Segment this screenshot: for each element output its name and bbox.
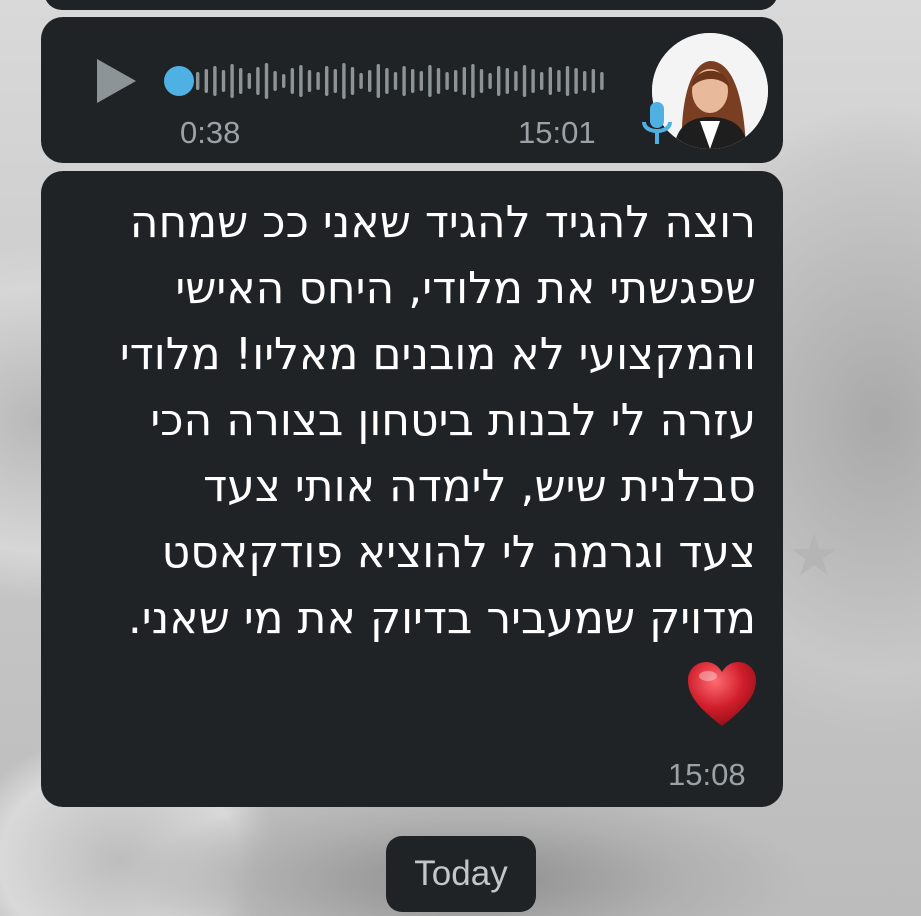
waveform-bar <box>316 72 320 90</box>
waveform-bar <box>290 68 294 94</box>
waveform-bar <box>411 69 415 93</box>
waveform-bar <box>239 68 243 94</box>
waveform-bar <box>540 72 544 90</box>
waveform-bar <box>436 68 441 94</box>
waveform-bar <box>247 73 251 89</box>
waveform-bar <box>350 67 355 95</box>
text-message-time: 15:08 <box>668 757 746 792</box>
waveform-bar <box>221 70 226 92</box>
waveform-bar <box>230 64 234 98</box>
message-text: רוצה להגיד להגיד שאני ככ שמחה שפגשתי את … <box>119 197 756 644</box>
waveform-bar <box>600 72 604 90</box>
waveform-bar <box>213 66 217 96</box>
waveform-bar <box>548 67 552 95</box>
waveform-bar <box>591 69 595 93</box>
heart-icon <box>688 662 756 726</box>
waveform-bar <box>282 74 286 88</box>
waveform-bar <box>368 70 372 92</box>
waveform-bar <box>256 67 260 95</box>
play-button[interactable] <box>92 55 140 107</box>
waveform-bar <box>462 67 466 95</box>
waveform-bar <box>488 73 492 89</box>
waveform-bar <box>522 65 527 97</box>
waveform-bar <box>471 64 475 98</box>
waveform-bar <box>299 65 303 97</box>
waveform-bar <box>419 71 423 91</box>
waveform-bar <box>557 70 561 92</box>
previous-message-bubble[interactable] <box>44 0 778 10</box>
waveform-bar <box>264 63 269 99</box>
wallpaper-star-icon: ★ <box>788 523 840 588</box>
waveform-bar <box>307 70 312 92</box>
waveform-bar <box>393 72 398 90</box>
waveform-bar <box>385 68 389 94</box>
waveform-bar <box>565 66 570 96</box>
waveform-bar <box>497 66 501 96</box>
waveform-bar <box>204 69 208 93</box>
voice-waveform[interactable] <box>166 58 606 104</box>
date-divider-label: Today <box>414 854 508 893</box>
waveform-bar <box>402 66 406 96</box>
voice-message-time: 15:01 <box>518 115 596 150</box>
mic-icon <box>642 102 672 144</box>
waveform-bar <box>196 72 200 90</box>
waveform-bar <box>428 65 432 97</box>
waveform-bar <box>583 71 587 91</box>
waveform-bar <box>359 73 363 89</box>
date-divider: Today <box>386 836 536 912</box>
waveform-bar <box>479 69 484 93</box>
waveform-bar <box>273 71 277 91</box>
waveform-bar <box>454 70 458 92</box>
waveform-bar <box>574 68 578 94</box>
waveform-bar <box>505 68 509 94</box>
waveform-bar <box>514 71 518 91</box>
play-icon <box>97 59 136 103</box>
waveform-bar <box>333 69 337 93</box>
waveform-bar <box>376 64 380 98</box>
voice-duration: 0:38 <box>180 115 241 150</box>
playback-scrubber[interactable] <box>164 66 194 96</box>
waveform-bar <box>531 69 535 93</box>
waveform-bar <box>325 66 329 96</box>
waveform-bar <box>342 63 346 99</box>
waveform-bar <box>445 72 449 90</box>
